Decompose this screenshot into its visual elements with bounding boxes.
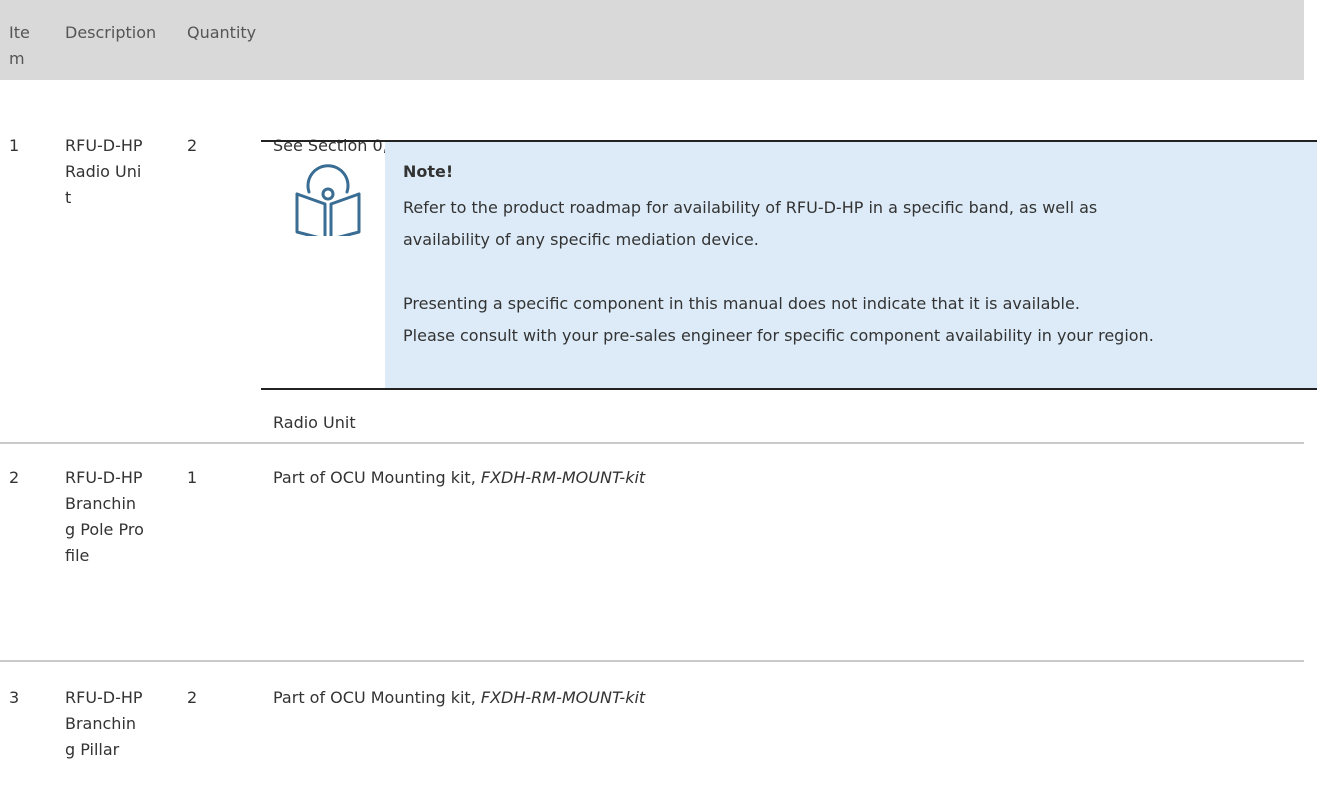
- item-quantity: 1: [187, 468, 198, 487]
- document-page: Item Description Quantity 1 RFU-D-HP Rad…: [0, 0, 1317, 787]
- item-details: Part of OCU Mounting kit, FXDH-RM-MOUNT-…: [273, 685, 645, 711]
- header-description: Description: [65, 23, 157, 42]
- note-line-4: Please consult with your pre-sales engin…: [403, 326, 1154, 345]
- item-quantity: 2: [187, 688, 198, 707]
- item-number: 3: [9, 688, 20, 707]
- item-description: RFU-D-HP Radio Unit: [65, 136, 143, 207]
- details-text: Part of OCU Mounting kit,: [273, 468, 481, 487]
- table-row: 2 RFU-D-HP Branching Pole Profile 1 Part…: [0, 444, 1304, 662]
- header-quantity: Quantity: [187, 23, 257, 42]
- item-quantity: 2: [187, 136, 198, 155]
- note-panel: Note! Refer to the product roadmap for a…: [385, 142, 1317, 388]
- note-line-1: Refer to the product roadmap for availab…: [403, 198, 1098, 217]
- book-disc-icon: [295, 164, 361, 236]
- table-row: 3 RFU-D-HP Branching Pillar 2 Part of OC…: [0, 662, 1304, 787]
- item-number: 1: [9, 136, 20, 155]
- kit-part-number: FXDH-RM-MOUNT-kit: [480, 688, 646, 707]
- note-title: Note!: [403, 162, 454, 181]
- item-number: 2: [9, 468, 20, 487]
- note-callout: Note! Refer to the product roadmap for a…: [261, 140, 1317, 390]
- note-line-3: Presenting a specific component in this …: [403, 294, 1080, 313]
- table-header: Item Description Quantity: [0, 0, 1304, 80]
- item-description: RFU-D-HP Branching Pillar: [65, 688, 143, 759]
- item-details-continued: Radio Unit: [273, 413, 356, 432]
- header-item: Item: [9, 23, 30, 68]
- note-line-2: availability of any specific mediation d…: [403, 230, 759, 249]
- item-description: RFU-D-HP Branching Pole Profile: [65, 468, 144, 565]
- details-text: Part of OCU Mounting kit,: [273, 688, 481, 707]
- kit-part-number: FXDH-RM-MOUNT-kit: [480, 468, 646, 487]
- item-details: Part of OCU Mounting kit, FXDH-RM-MOUNT-…: [273, 465, 645, 491]
